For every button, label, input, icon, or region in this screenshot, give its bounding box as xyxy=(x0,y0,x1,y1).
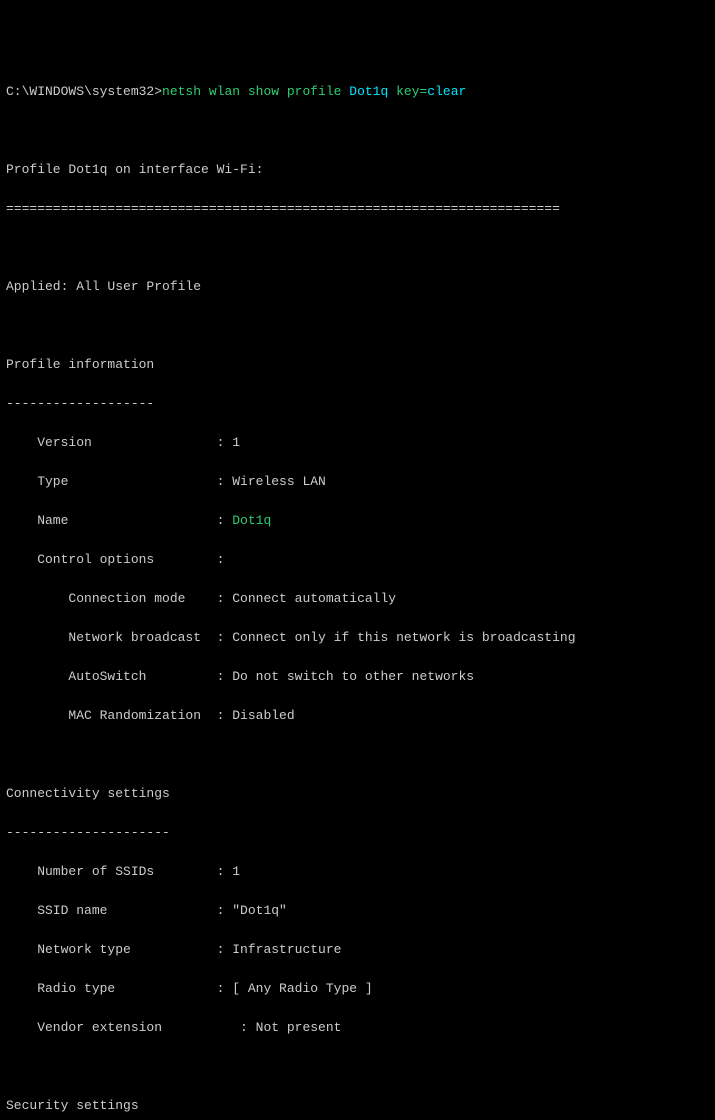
section-title-security: Security settings xyxy=(6,1096,709,1116)
row-network-broadcast: Network broadcast : Connect only if this… xyxy=(6,628,709,648)
row-name: Name : Dot1q xyxy=(6,511,709,531)
profile-name-value: Dot1q xyxy=(232,513,271,528)
applied-line: Applied: All User Profile xyxy=(6,277,709,297)
row-connection-mode: Connection mode : Connect automatically xyxy=(6,589,709,609)
row-version: Version : 1 xyxy=(6,433,709,453)
section-dashes: ------------------- xyxy=(6,394,709,414)
command-prompt-line: C:\WINDOWS\system32>netsh wlan show prof… xyxy=(6,82,709,102)
section-title-profile-info: Profile information xyxy=(6,355,709,375)
row-mac-randomization: MAC Randomization : Disabled xyxy=(6,706,709,726)
command-key-arg: clear xyxy=(427,84,466,99)
section-title-connectivity: Connectivity settings xyxy=(6,784,709,804)
row-num-ssids: Number of SSIDs : 1 xyxy=(6,862,709,882)
row-radio-type: Radio type : [ Any Radio Type ] xyxy=(6,979,709,999)
command-netsh: netsh wlan show profile xyxy=(162,84,349,99)
prompt-path: C:\WINDOWS\system32> xyxy=(6,84,162,99)
row-network-type: Network type : Infrastructure xyxy=(6,940,709,960)
command-key-eq: key= xyxy=(388,84,427,99)
row-type: Type : Wireless LAN xyxy=(6,472,709,492)
header-divider: ========================================… xyxy=(6,199,709,219)
section-dashes: --------------------- xyxy=(6,823,709,843)
row-vendor-extension: Vendor extension : Not present xyxy=(6,1018,709,1038)
row-autoswitch: AutoSwitch : Do not switch to other netw… xyxy=(6,667,709,687)
profile-header: Profile Dot1q on interface Wi-Fi: xyxy=(6,160,709,180)
command-profile-name: Dot1q xyxy=(349,84,388,99)
row-ssid-name: SSID name : "Dot1q" xyxy=(6,901,709,921)
